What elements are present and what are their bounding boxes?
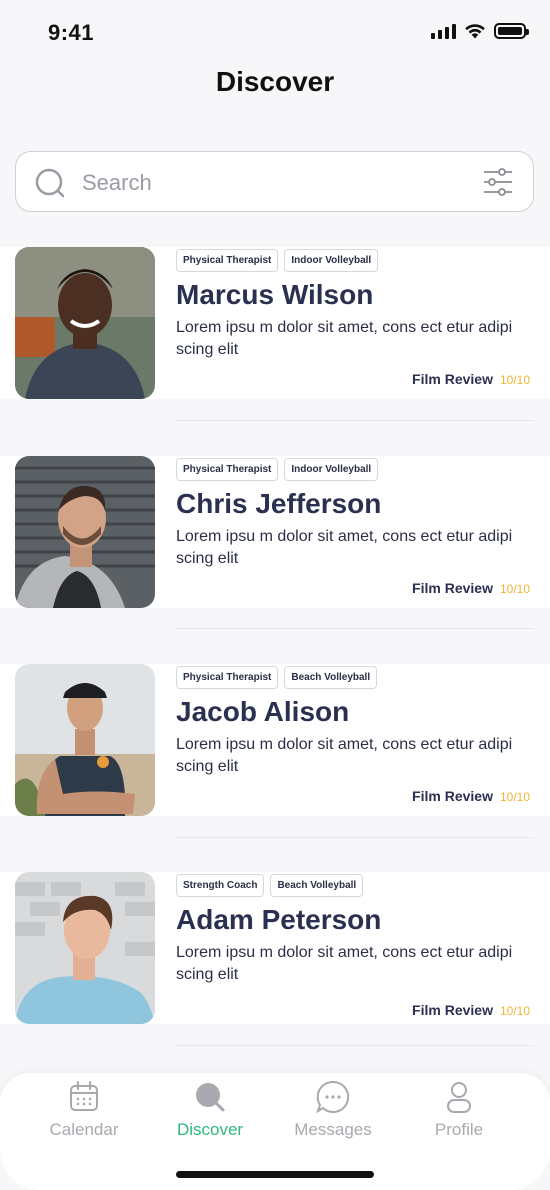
tag-list: Strength Coach Beach Volleyball — [176, 874, 364, 897]
coach-name[interactable]: Marcus Wilson — [176, 279, 373, 311]
coach-card[interactable]: Strength Coach Beach Volleyball Adam Pet… — [0, 872, 550, 1024]
chat-bubble-icon — [316, 1080, 350, 1114]
nav-item-profile[interactable]: Profile — [404, 1079, 514, 1140]
specialty-tag[interactable]: Physical Therapist — [176, 458, 279, 481]
cellular-signal-icon — [431, 23, 456, 39]
nav-label: Profile — [434, 1120, 484, 1139]
coach-description: Lorem ipsu m dolor sit amet, cons ect et… — [176, 944, 513, 983]
status-time: 9:41 — [48, 20, 95, 45]
nav-label: Messages — [294, 1120, 372, 1139]
tag-list: Physical Therapist Indoor Volleyball — [176, 458, 379, 481]
nav-item-messages[interactable]: Messages — [278, 1079, 388, 1140]
profile-photo — [15, 664, 155, 816]
nav-item-calendar[interactable]: Calendar — [29, 1079, 139, 1140]
search-icon — [196, 1083, 225, 1112]
profile-photo — [15, 456, 155, 608]
film-review[interactable]: Film Review 10/10 — [412, 1002, 530, 1018]
page-title: Discover — [215, 66, 335, 97]
search-icon — [35, 168, 65, 198]
phone-screen: 9:41 Discover Search Physical Therapist … — [0, 0, 550, 1190]
person-icon — [447, 1082, 471, 1113]
status-bar: 9:41 — [0, 0, 550, 64]
coach-description: Lorem ipsu m dolor sit amet, cons ect et… — [176, 736, 513, 775]
tag-list: Physical Therapist Indoor Volleyball — [176, 249, 379, 272]
film-review[interactable]: Film Review 10/10 — [412, 580, 530, 596]
sport-tag[interactable]: Indoor Volleyball — [284, 249, 379, 272]
review-score: 10/10 — [499, 373, 530, 387]
coach-description: Lorem ipsu m dolor sit amet, cons ect et… — [176, 528, 513, 567]
film-review[interactable]: Film Review 10/10 — [412, 788, 530, 804]
divider — [176, 837, 534, 838]
nav-label: Calendar — [49, 1120, 119, 1139]
review-label: Film Review — [412, 788, 493, 804]
battery-icon — [494, 23, 529, 39]
coach-description: Lorem ipsu m dolor sit amet, cons ect et… — [176, 319, 513, 358]
review-label: Film Review — [412, 371, 493, 387]
home-indicator[interactable] — [176, 1171, 374, 1178]
divider — [176, 1045, 534, 1046]
profile-photo — [15, 872, 155, 1024]
review-label: Film Review — [412, 1002, 493, 1018]
nav-label: Discover — [176, 1120, 244, 1139]
review-label: Film Review — [412, 580, 493, 596]
coach-card[interactable]: Physical Therapist Indoor Volleyball Chr… — [0, 456, 550, 608]
sport-tag[interactable]: Beach Volleyball — [270, 874, 364, 897]
specialty-tag[interactable]: Strength Coach — [176, 874, 265, 897]
wifi-icon — [465, 24, 485, 39]
review-score: 10/10 — [499, 790, 530, 804]
sport-tag[interactable]: Beach Volleyball — [284, 666, 378, 689]
calendar-icon — [70, 1081, 98, 1111]
review-score: 10/10 — [499, 1004, 530, 1018]
film-review[interactable]: Film Review 10/10 — [412, 371, 530, 387]
specialty-tag[interactable]: Physical Therapist — [176, 249, 279, 272]
tag-list: Physical Therapist Beach Volleyball — [176, 666, 378, 689]
coach-card[interactable]: Physical Therapist Indoor Volleyball Mar… — [0, 247, 550, 399]
coach-name[interactable]: Jacob Alison — [176, 696, 349, 728]
coach-name[interactable]: Chris Jefferson — [176, 488, 381, 520]
sport-tag[interactable]: Indoor Volleyball — [284, 458, 379, 481]
search-input[interactable] — [82, 166, 462, 200]
divider — [176, 420, 534, 421]
review-score: 10/10 — [499, 582, 530, 596]
filter-sliders-icon[interactable] — [483, 168, 513, 196]
coach-card[interactable]: Physical Therapist Beach Volleyball Jaco… — [0, 664, 550, 816]
nav-item-discover[interactable]: Discover — [155, 1079, 265, 1140]
coach-name[interactable]: Adam Peterson — [176, 904, 381, 936]
search-bar[interactable] — [15, 151, 534, 212]
status-icons — [431, 22, 529, 39]
profile-photo — [15, 247, 155, 399]
specialty-tag[interactable]: Physical Therapist — [176, 666, 279, 689]
divider — [176, 628, 534, 629]
